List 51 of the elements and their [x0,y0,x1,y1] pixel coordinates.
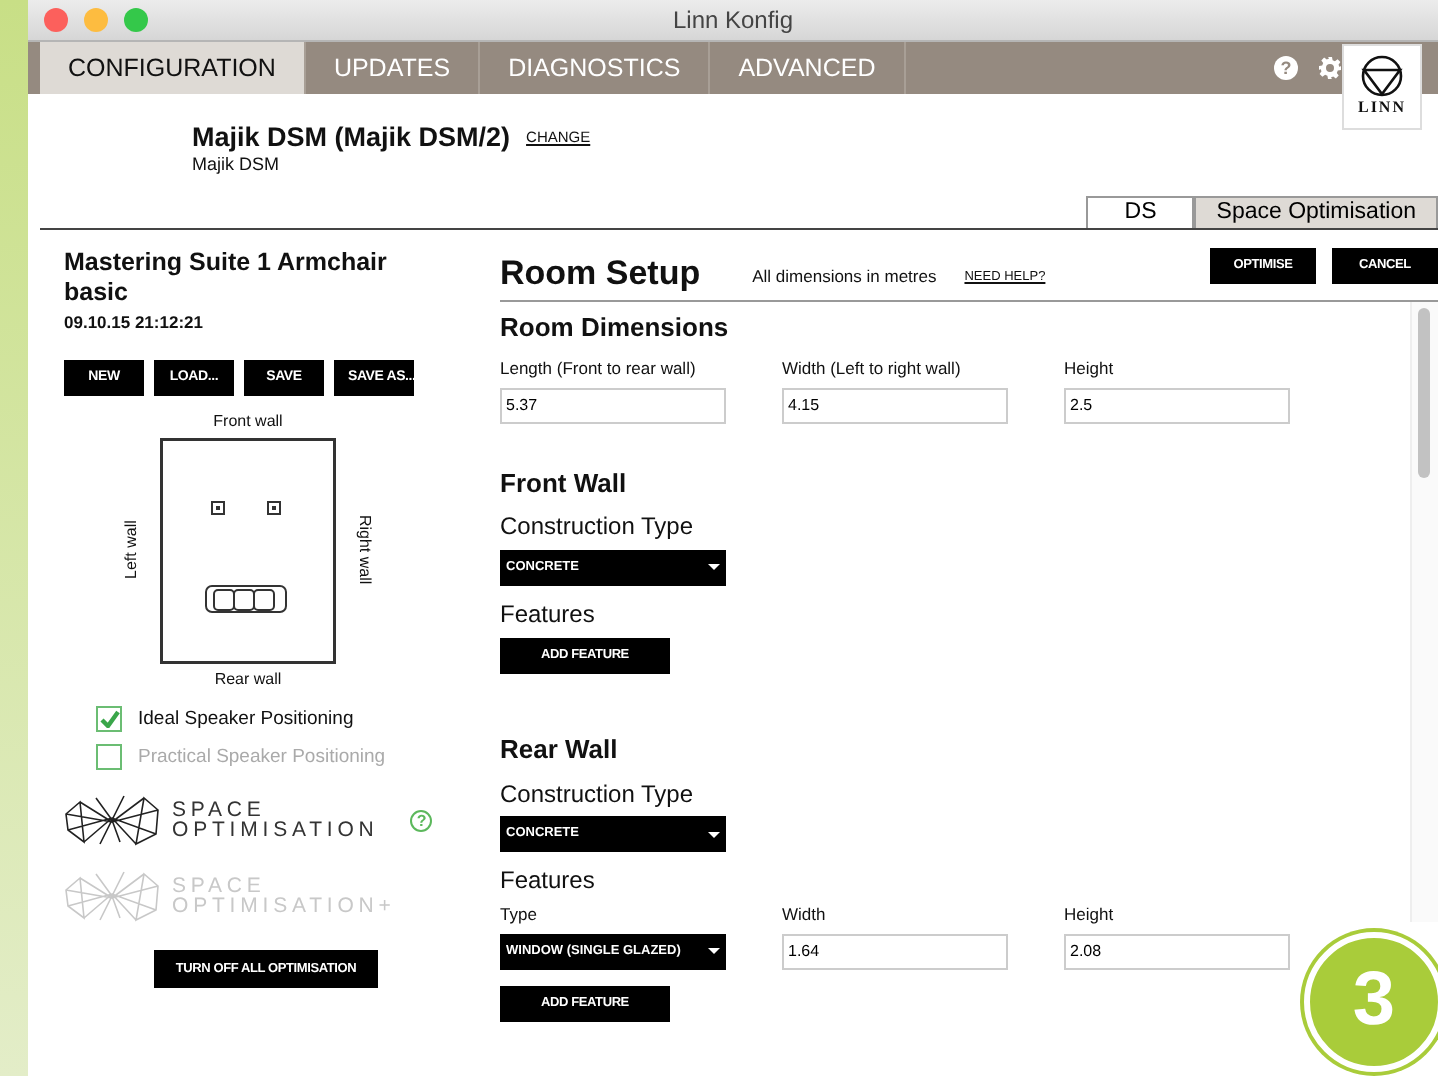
field-label: Width (Left to right wall) [782,357,963,378]
input-field[interactable]: 2.08 [1064,933,1290,970]
section-heading: Front Wall [500,467,629,499]
brand-logo: LINN [1342,44,1422,130]
input-field[interactable]: 2.5 [1064,387,1290,424]
wall-label: Left wall [122,521,142,580]
logo-text: SPACE [172,800,266,821]
section-heading: Room Dimensions [500,312,731,344]
option-label: Ideal Speaker Positioning [138,708,354,732]
nav-tab[interactable]: CONFIGURATION [40,42,306,94]
section-title: Room Setup [500,254,701,294]
profile-name: Mastering Suite 1 Armchair basic [64,248,389,308]
units-note: All dimensions in metres [752,265,937,286]
profile-timestamp: 09.10.15 21:12:21 [64,312,205,333]
caret-icon [708,948,720,955]
device-model: Majik DSM [192,154,282,176]
window-title: Linn Konfig [672,5,794,35]
checkbox[interactable] [96,706,122,733]
view-tab[interactable]: DS [1086,196,1195,228]
subheading: Construction Type [500,512,695,542]
caret-icon [708,564,720,571]
view-tab[interactable]: Space Optimisation [1194,196,1438,228]
close-button[interactable] [44,8,68,32]
device-name: Majik DSM (Majik DSM/2) [192,122,511,152]
input-field[interactable]: 5.37 [500,387,726,424]
scrollbar[interactable] [1410,302,1438,922]
field-label: Length (Front to rear wall) [500,357,698,378]
input-field[interactable]: 4.15 [782,387,1008,424]
subheading: Features [500,866,597,896]
logo-text: OPTIMISATION [172,820,379,841]
change-link[interactable]: CHANGE [526,128,591,146]
minimize-button[interactable] [84,8,108,32]
subheading: Features [500,599,597,629]
field-label: Height [1064,357,1116,378]
wall-label: Right wall [354,515,374,586]
option-label: Practical Speaker Positioning [138,746,386,770]
section-heading: Rear Wall [500,734,620,766]
caret-icon [708,831,720,838]
wireframe-logo-icon [64,870,160,923]
column-label: Type [500,903,539,924]
subheading: Construction Type [500,779,695,809]
wall-label: Front wall [213,412,283,432]
wall-label: Rear wall [214,669,282,689]
wireframe-logo-icon [64,794,160,847]
settings-icon[interactable] [1318,56,1342,80]
zoom-button[interactable] [124,8,148,32]
column-label: Width [782,903,828,924]
checkbox[interactable] [96,744,122,771]
input-field[interactable]: 1.64 [782,933,1008,970]
scrollbar-thumb[interactable] [1418,308,1430,478]
column-label: Height [1064,903,1116,924]
